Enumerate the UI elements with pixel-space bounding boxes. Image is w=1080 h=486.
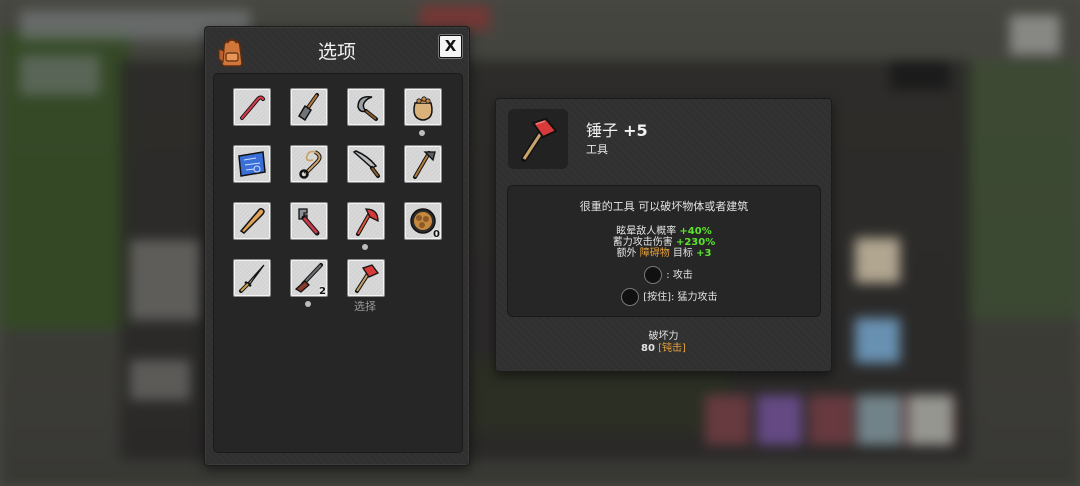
stat-charge: 蓄力攻击伤害 +230% bbox=[508, 237, 820, 248]
item-preview bbox=[508, 109, 568, 169]
selected-slot-label: 选择 bbox=[354, 300, 376, 313]
sledgehammer-icon bbox=[521, 117, 558, 162]
damage-value: 80 bbox=[641, 343, 655, 354]
item-count: 2 bbox=[319, 286, 326, 297]
inventory-slot-sack[interactable] bbox=[404, 88, 442, 126]
wrench-icon bbox=[298, 208, 320, 236]
inventory-slot-shovel[interactable] bbox=[290, 88, 328, 126]
stat-keyword: 障碍物 bbox=[639, 248, 670, 259]
action-button-icon bbox=[621, 288, 639, 306]
item-info-box: 很重的工具 可以破坏物体或者建筑 眩晕敌人概率 +40% 蓄力攻击伤害 +230… bbox=[507, 185, 821, 317]
control-label: : 攻击 bbox=[666, 270, 693, 281]
machete-icon bbox=[352, 150, 380, 178]
stat-label: 眩晕敌人概率 bbox=[616, 226, 677, 237]
item-name: 锤子 +5 bbox=[586, 117, 648, 141]
katana-icon bbox=[239, 264, 265, 293]
inventory-slot-blueprint[interactable] bbox=[233, 145, 271, 183]
item-type: 工具 bbox=[586, 143, 608, 156]
close-button[interactable]: X bbox=[439, 35, 462, 58]
inventory-slot-hoe[interactable] bbox=[404, 145, 442, 183]
stat-extra-target: 额外 障碍物 目标 +3 bbox=[508, 248, 820, 259]
inventory-slot-wrench[interactable] bbox=[290, 202, 328, 240]
item-name-text: 锤子 bbox=[586, 121, 619, 140]
inventory-title: 选项 bbox=[317, 41, 356, 63]
stat-value: +230% bbox=[675, 237, 716, 248]
hoe-icon bbox=[413, 151, 436, 179]
inventory-slot-machete[interactable] bbox=[347, 145, 385, 183]
sack-icon bbox=[413, 96, 433, 121]
blueprint-icon bbox=[238, 151, 266, 177]
item-count: 0 bbox=[433, 229, 440, 240]
inventory-slot-sledgehammer[interactable] bbox=[347, 259, 385, 297]
sickle-icon bbox=[357, 95, 378, 121]
inventory-grid: 0 2 选择 bbox=[213, 73, 463, 453]
slot-indicator-dot bbox=[419, 130, 425, 136]
inventory-slot-sickle[interactable] bbox=[347, 88, 385, 126]
item-level: +5 bbox=[623, 121, 648, 140]
fire-axe-icon bbox=[356, 208, 379, 236]
rope-icon bbox=[299, 150, 322, 179]
item-damage: 破坏力 80 [钝击] bbox=[496, 331, 831, 355]
crowbar-icon bbox=[240, 95, 265, 120]
item-detail-panel: 锤子 +5 工具 很重的工具 可以破坏物体或者建筑 眩晕敌人概率 +40% 蓄力… bbox=[495, 98, 832, 372]
item-description: 很重的工具 可以破坏物体或者建筑 bbox=[579, 200, 749, 213]
inventory-slot-crowbar[interactable] bbox=[233, 88, 271, 126]
control-attack: : 攻击 bbox=[644, 266, 693, 284]
stat-label: 目标 bbox=[672, 248, 693, 259]
damage-value-line: 80 [钝击] bbox=[496, 343, 831, 355]
baseball-bat-icon bbox=[239, 208, 265, 234]
inventory-slot-fire-axe[interactable] bbox=[347, 202, 385, 240]
damage-bracket: ] bbox=[682, 343, 686, 354]
slot-indicator-dot bbox=[305, 301, 311, 307]
stat-stagger: 眩晕敌人概率 +40% bbox=[508, 226, 820, 237]
shovel-icon bbox=[297, 93, 319, 122]
damage-label: 破坏力 bbox=[648, 331, 679, 342]
inventory-slot-katana[interactable] bbox=[233, 259, 271, 297]
stat-value: +40% bbox=[679, 226, 712, 237]
inventory-panel: 选项 X 0 2 选择 bbox=[204, 26, 470, 466]
stat-label: 蓄力攻击伤害 bbox=[612, 237, 673, 248]
stat-label: 额外 bbox=[616, 248, 637, 259]
control-power-attack: [按住]: 猛力攻击 bbox=[621, 288, 718, 306]
item-stats: 眩晕敌人概率 +40% 蓄力攻击伤害 +230% 额外 障碍物 目标 +3 bbox=[508, 226, 820, 259]
inventory-slot-nut-bowl[interactable]: 0 bbox=[404, 202, 442, 240]
slot-indicator-dot bbox=[362, 244, 368, 250]
action-button-icon bbox=[644, 266, 662, 284]
stat-value: +3 bbox=[696, 248, 712, 259]
sledgehammer-icon bbox=[355, 264, 380, 293]
inventory-slot-rope[interactable] bbox=[290, 145, 328, 183]
inventory-slot-shotgun[interactable]: 2 bbox=[290, 259, 328, 297]
damage-type: 钝击 bbox=[662, 343, 683, 354]
control-label: [按住]: 猛力攻击 bbox=[643, 292, 718, 303]
inventory-slot-baseball-bat[interactable] bbox=[233, 202, 271, 240]
